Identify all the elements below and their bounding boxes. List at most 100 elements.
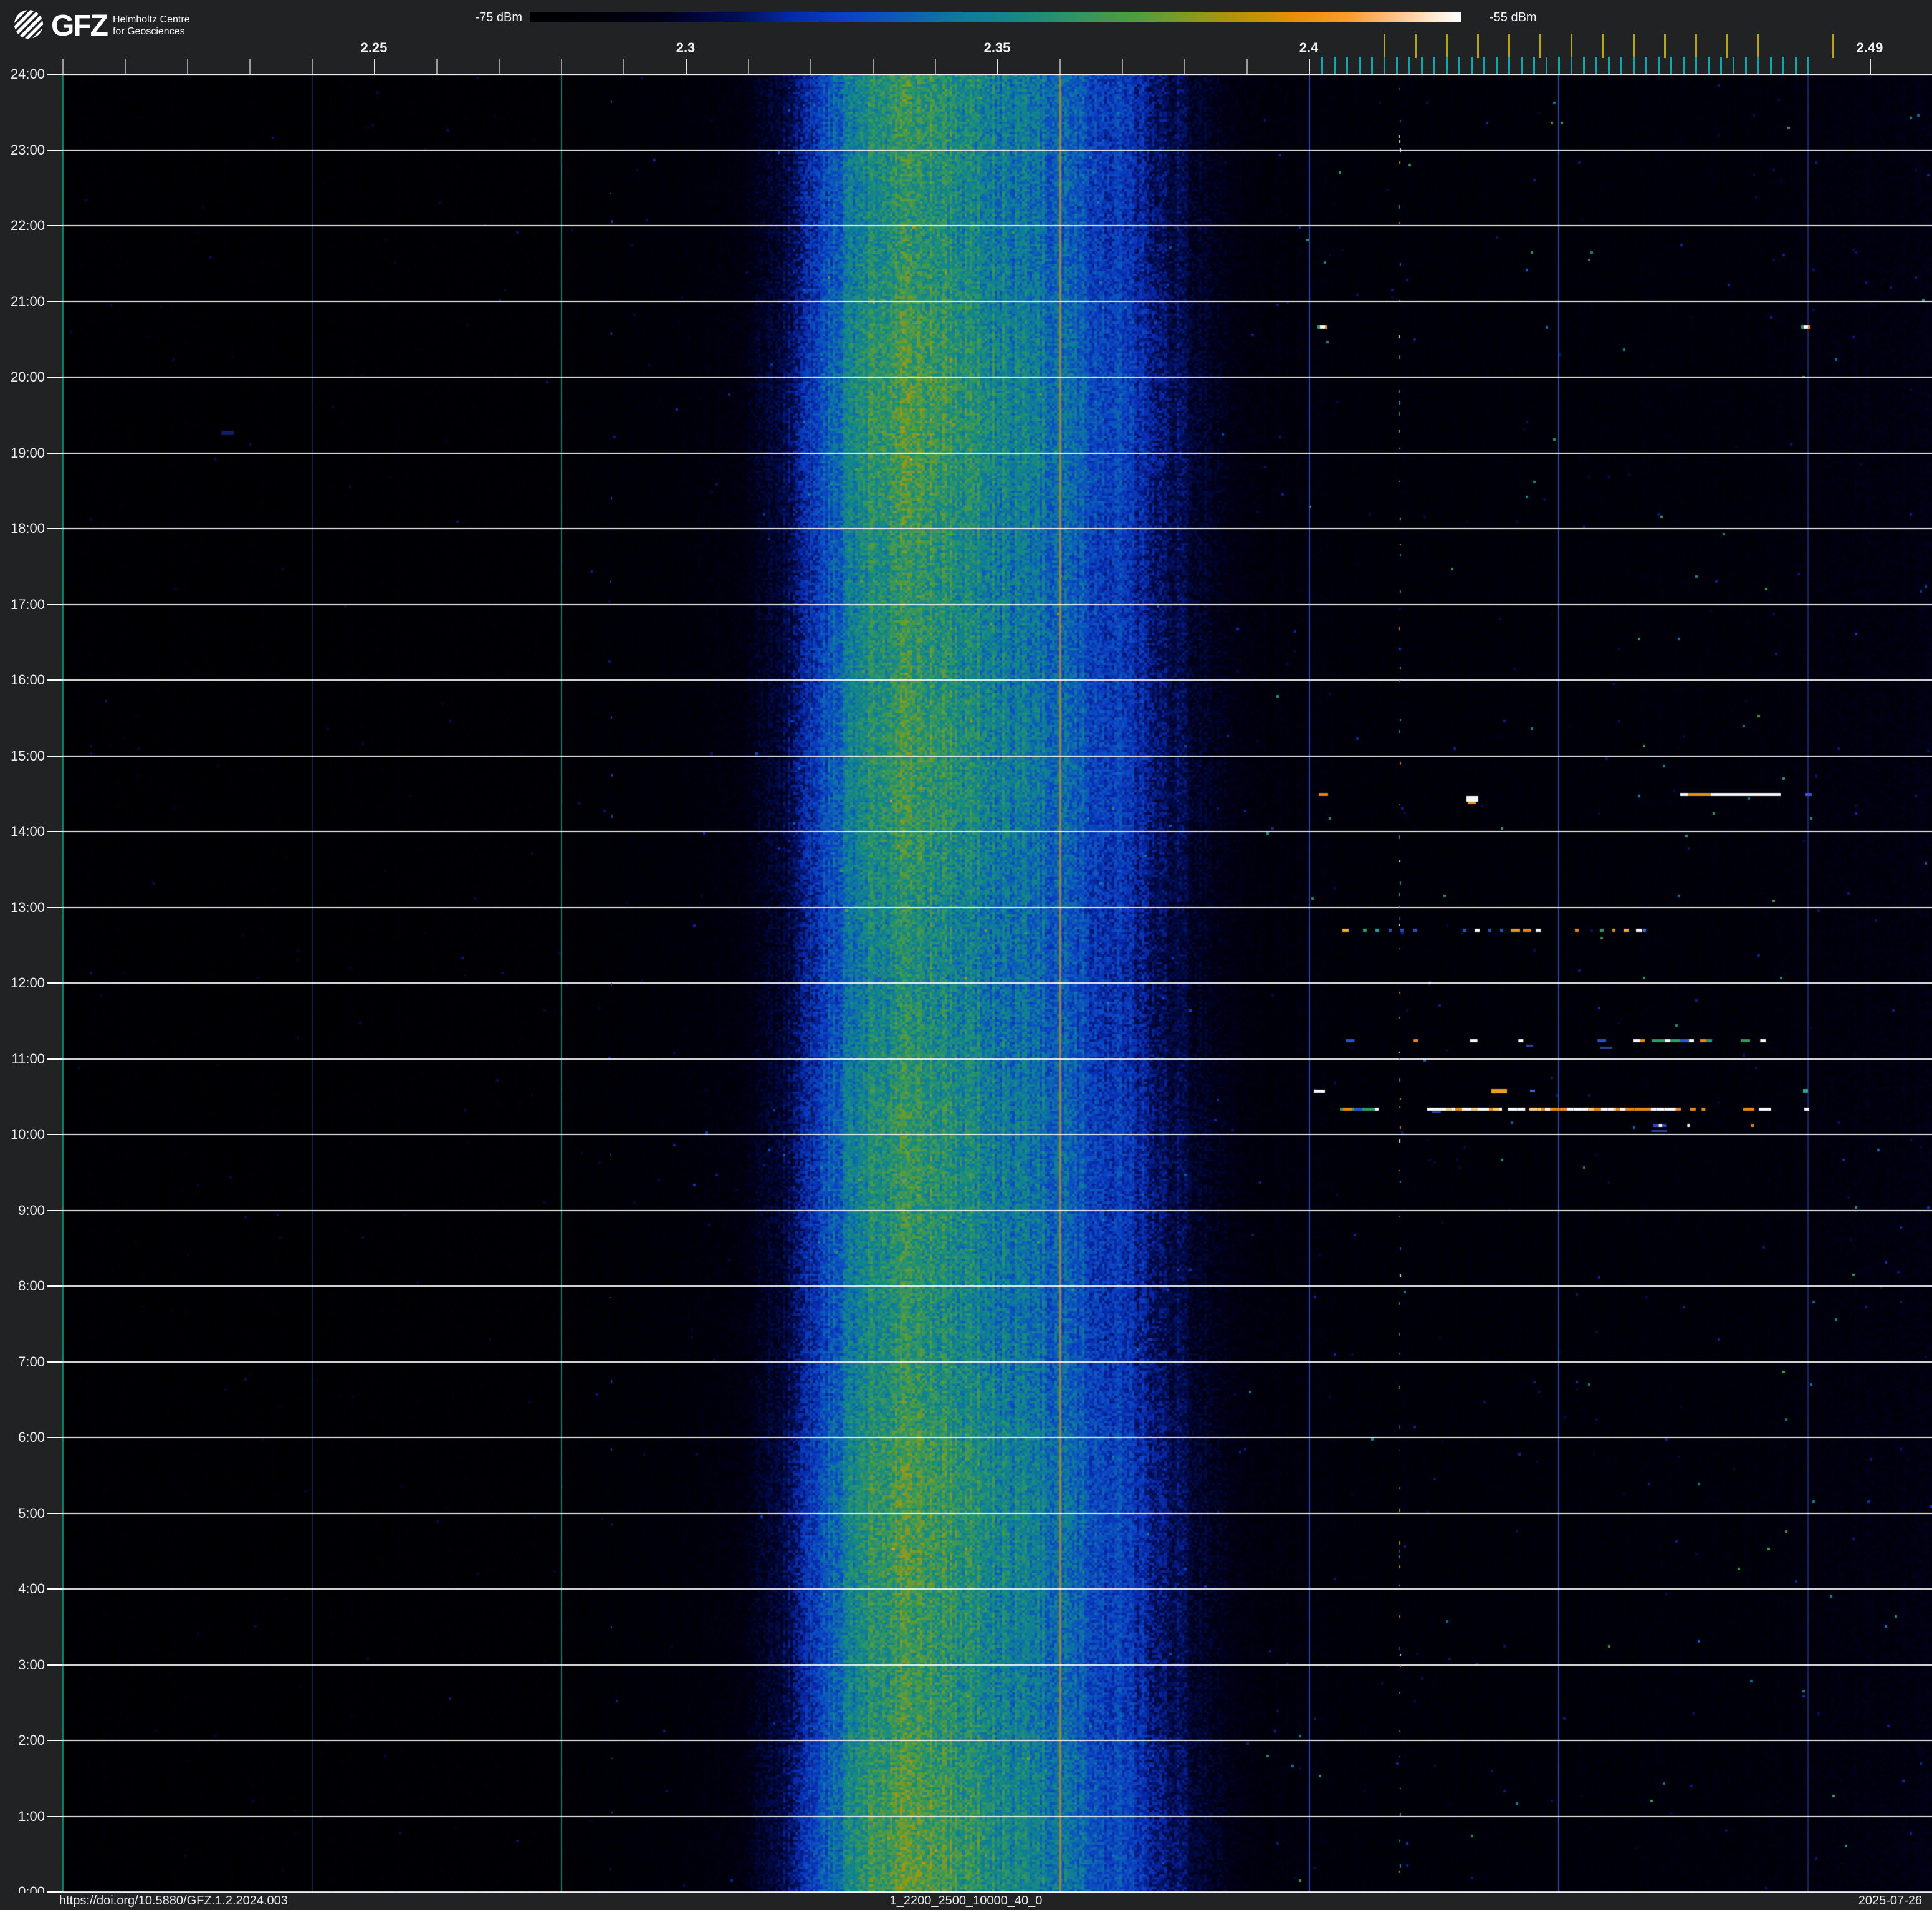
ble-channel-tick	[1733, 57, 1734, 74]
ble-channel-tick	[1521, 57, 1523, 74]
freq-minor-tick	[249, 59, 251, 74]
ble-channel-tick	[1421, 57, 1423, 74]
wifi-channel-tick	[1508, 34, 1510, 58]
ble-channel-tick	[1807, 57, 1809, 74]
freq-minor-tick	[1870, 59, 1871, 74]
time-tick-label: 18:00	[10, 521, 45, 536]
time-tick	[47, 225, 62, 226]
wifi-channel-tick	[1726, 34, 1728, 58]
freq-minor-tick	[62, 59, 64, 74]
ble-channel-tick	[1458, 57, 1460, 74]
time-tick	[47, 1588, 62, 1590]
ble-channel-tick	[1658, 57, 1660, 74]
time-tick-label: 22:00	[10, 218, 45, 233]
ble-channel-tick	[1708, 57, 1710, 74]
footer: https://doi.org/10.5880/GFZ.1.2.2024.003…	[0, 1893, 1932, 1910]
colorbar-min-label: -75 dBm	[475, 11, 522, 24]
freq-tick-label: 2.35	[983, 40, 1011, 55]
time-tick	[47, 1134, 62, 1135]
ble-channel-tick	[1433, 57, 1435, 74]
time-tick	[47, 150, 62, 151]
time-tick	[47, 831, 62, 832]
time-tick	[47, 1816, 62, 1817]
colorbar-wrap: -75 dBm -55 dBm	[0, 0, 1932, 37]
spectrogram-page: GFZ Helmholtz Centre for Geosciences -75…	[0, 0, 1932, 1910]
time-tick-label: 16:00	[10, 672, 45, 688]
time-tick	[47, 907, 62, 908]
time-tick	[47, 528, 62, 529]
ble-channel-tick	[1384, 57, 1385, 74]
time-tick	[47, 74, 62, 75]
time-tick-label: 4:00	[18, 1581, 45, 1596]
freq-minor-tick	[748, 59, 749, 74]
time-tick	[47, 982, 62, 984]
time-tick-label: 23:00	[10, 142, 45, 158]
freq-minor-tick	[561, 59, 562, 74]
ble-channel-tick	[1770, 57, 1772, 74]
ble-channel-tick	[1546, 57, 1547, 74]
date-label: 2025-07-26	[1858, 1894, 1922, 1908]
freq-minor-tick	[1059, 59, 1061, 74]
time-tick-label: 24:00	[10, 66, 45, 82]
freq-minor-tick	[873, 59, 874, 74]
freq-minor-tick	[312, 59, 313, 74]
ble-channel-tick	[1334, 57, 1336, 74]
ble-channel-tick	[1633, 57, 1635, 74]
time-tick	[47, 1058, 62, 1060]
freq-tick-label: 2.25	[360, 40, 388, 55]
time-tick-label: 19:00	[10, 445, 45, 461]
ble-channel-tick	[1508, 57, 1510, 74]
time-tick	[47, 377, 62, 378]
ble-channel-tick	[1795, 57, 1797, 74]
time-tick-label: 2:00	[18, 1732, 45, 1748]
ble-channel-tick	[1695, 57, 1697, 74]
time-tick	[47, 1361, 62, 1363]
time-tick-label: 13:00	[10, 900, 45, 915]
time-tick-label: 5:00	[18, 1505, 45, 1521]
freq-minor-tick	[997, 59, 998, 74]
freq-minor-tick	[1184, 59, 1185, 74]
colorbar-gradient	[530, 12, 1461, 22]
ble-channel-tick	[1471, 57, 1473, 74]
wifi-channel-tick	[1571, 34, 1572, 58]
freq-minor-tick	[810, 59, 811, 74]
ble-channel-tick	[1496, 57, 1498, 74]
wifi-channel-tick	[1633, 34, 1635, 58]
time-tick-label: 7:00	[18, 1354, 45, 1370]
wifi-channel-tick	[1384, 34, 1385, 58]
ble-channel-tick	[1371, 57, 1373, 74]
ble-channel-tick	[1571, 57, 1572, 74]
wifi-channel-tick	[1539, 34, 1541, 58]
time-tick	[47, 1285, 62, 1287]
time-tick	[47, 301, 62, 302]
wifi-channel-tick	[1477, 34, 1479, 58]
time-tick-label: 1:00	[18, 1808, 45, 1824]
time-tick-label: 15:00	[10, 748, 45, 764]
time-tick-label: 14:00	[10, 823, 45, 839]
ble-channel-tick	[1346, 57, 1348, 74]
ble-channel-tick	[1595, 57, 1597, 74]
freq-minor-tick	[436, 59, 438, 74]
freq-minor-tick	[1309, 59, 1310, 74]
time-tick-label: 12:00	[10, 975, 45, 991]
freq-minor-tick	[686, 59, 687, 74]
ble-channel-tick	[1620, 57, 1622, 74]
wifi-channel-tick	[1602, 34, 1604, 58]
ble-channel-tick	[1782, 57, 1784, 74]
wifi-channel-tick	[1695, 34, 1697, 58]
ble-channel-tick	[1558, 57, 1560, 74]
ble-channel-tick	[1683, 57, 1685, 74]
time-tick	[47, 1664, 62, 1666]
freq-minor-tick	[374, 59, 375, 74]
ble-channel-tick	[1321, 57, 1323, 74]
time-tick	[47, 604, 62, 605]
time-tick-label: 20:00	[10, 369, 45, 385]
ble-channel-tick	[1408, 57, 1410, 74]
wifi-channel-tick	[1415, 34, 1417, 58]
ble-channel-tick	[1608, 57, 1610, 74]
freq-tick-label: 2.3	[676, 40, 696, 55]
freq-minor-tick	[1246, 59, 1248, 74]
time-tick-label: 6:00	[18, 1429, 45, 1445]
freq-minor-tick	[623, 59, 624, 74]
ble-channel-tick	[1745, 57, 1747, 74]
